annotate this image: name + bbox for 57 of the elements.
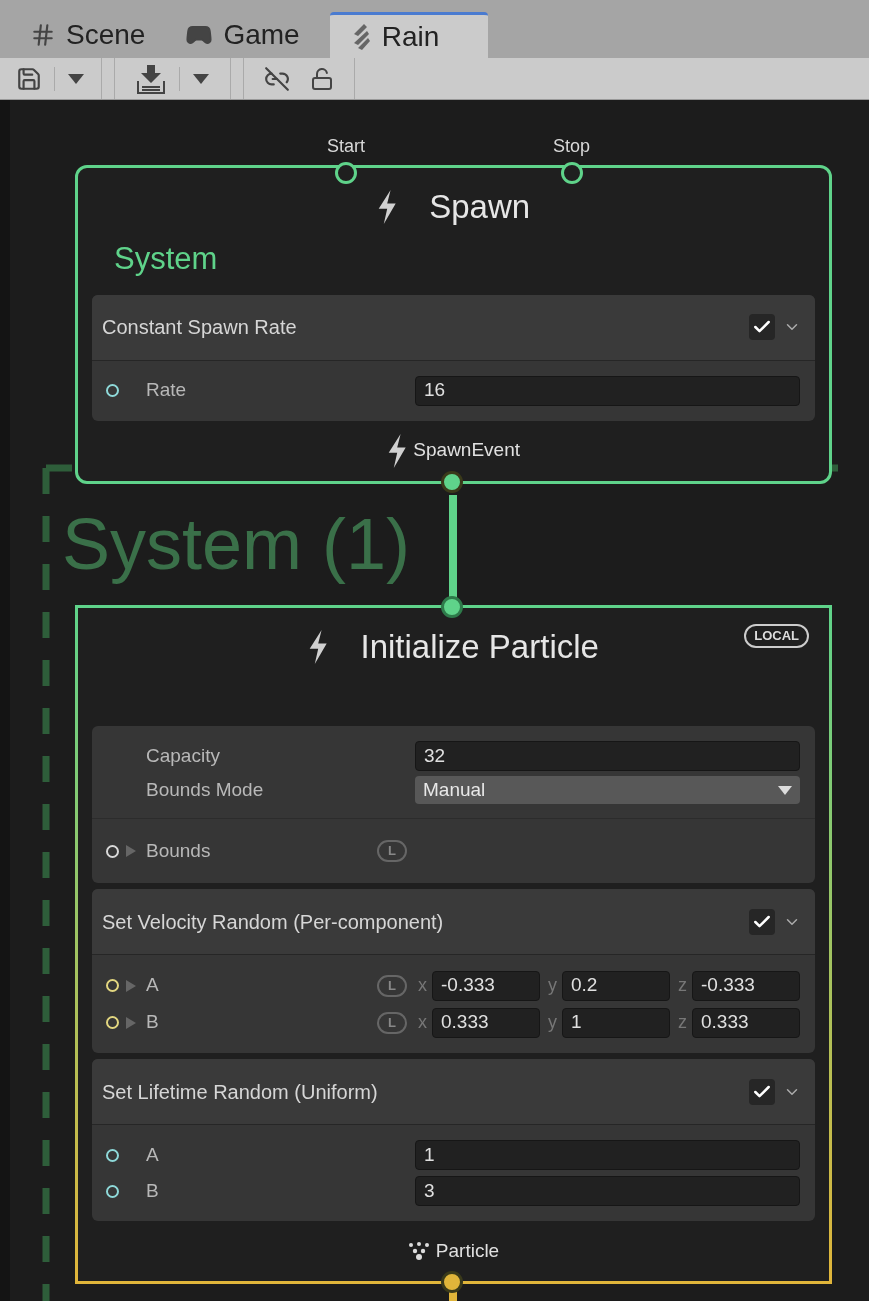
enable-checkbox[interactable] <box>749 314 775 340</box>
input-field[interactable]: 0.2 <box>562 970 670 1001</box>
unlock-icon[interactable] <box>310 66 334 91</box>
input-field[interactable]: 32 <box>415 741 800 771</box>
axis-label: x <box>418 974 427 997</box>
save-icon[interactable] <box>16 65 42 92</box>
input-port[interactable] <box>441 596 463 618</box>
system-label: System <box>114 240 219 278</box>
block-title: Set Velocity Random (Per-component) <box>102 909 445 935</box>
enable-checkbox[interactable] <box>749 1078 775 1105</box>
input-field[interactable]: 1 <box>562 1007 670 1038</box>
lightning-icon <box>308 630 329 664</box>
node-title: Spawn <box>429 187 531 228</box>
dropdown[interactable]: Manual <box>415 776 800 804</box>
tab[interactable]: Scene <box>10 12 166 58</box>
field-label: B <box>146 1011 159 1033</box>
lightning-icon <box>386 433 408 468</box>
input-field[interactable]: 0.333 <box>432 1007 540 1038</box>
port-label: Start <box>327 135 365 158</box>
field-label: B <box>146 1179 159 1201</box>
axis-label: x <box>418 1011 427 1034</box>
axis-label: y <box>548 974 557 997</box>
field-label: Bounds <box>146 839 211 861</box>
axis-label: z <box>678 1011 687 1034</box>
local-badge: LOCAL <box>744 624 809 648</box>
port-label: Stop <box>553 135 591 158</box>
input-field[interactable]: 16 <box>415 375 800 406</box>
unlink-icon[interactable] <box>264 65 290 92</box>
output-label: Particle <box>435 1238 500 1263</box>
field-label: Bounds Mode <box>146 778 264 800</box>
input-field[interactable]: 0.333 <box>692 1007 800 1038</box>
particles-icon <box>407 1241 430 1261</box>
node-title: Initialize Particle <box>360 627 599 668</box>
field-label: Capacity <box>146 744 220 766</box>
input-port[interactable] <box>335 162 357 184</box>
grid-icon <box>30 22 56 48</box>
dropdown-arrow-icon <box>778 785 792 795</box>
dropdown-arrow-icon[interactable] <box>192 72 210 85</box>
output-label: SpawnEvent <box>413 438 521 463</box>
dropdown-arrow-icon[interactable] <box>67 72 85 85</box>
enable-checkbox[interactable] <box>749 908 775 935</box>
axis-label: z <box>678 974 687 997</box>
field-label: A <box>146 974 159 996</box>
block-title: Constant Spawn Rate <box>102 315 298 340</box>
tab[interactable]: Game <box>165 12 320 58</box>
axis-label: y <box>548 1011 557 1034</box>
input-field[interactable]: 1 <box>415 1140 800 1170</box>
field-label: A <box>146 1143 159 1165</box>
input-field[interactable]: -0.333 <box>432 970 540 1001</box>
block-title: Set Lifetime Random (Uniform) <box>102 1079 379 1105</box>
tab[interactable]: Rain <box>329 12 488 58</box>
output-port[interactable] <box>441 1271 463 1293</box>
input-field[interactable]: -0.333 <box>692 970 800 1001</box>
download-icon[interactable] <box>135 62 167 95</box>
input-field[interactable]: 3 <box>415 1176 800 1206</box>
field-label: Rate <box>146 379 187 401</box>
lightning-icon <box>376 190 398 224</box>
